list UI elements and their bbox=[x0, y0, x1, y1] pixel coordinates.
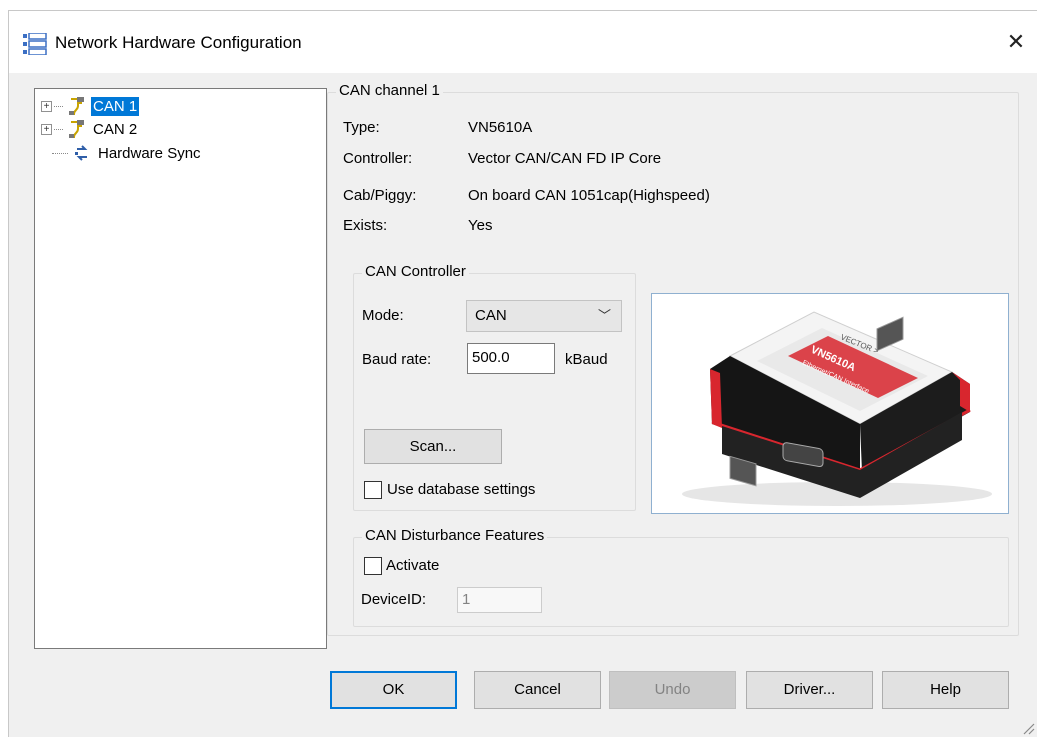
mode-label: Mode: bbox=[362, 307, 404, 324]
baud-rate-input[interactable]: 500.0 bbox=[467, 343, 555, 374]
tree-item-label: Hardware Sync bbox=[98, 144, 201, 162]
driver-button[interactable]: Driver... bbox=[746, 671, 873, 709]
tree-connector bbox=[54, 105, 63, 107]
tree-item-can1[interactable]: + CAN 1 bbox=[41, 95, 141, 117]
tree-connector bbox=[52, 152, 68, 154]
can-cable-icon bbox=[69, 120, 84, 138]
vn5610a-device-illustration: VECTOR > VN5610A Ethernet/CAN Interface bbox=[682, 311, 992, 506]
chevron-down-icon: ﹀ bbox=[597, 308, 611, 323]
controller-label: Controller: bbox=[343, 150, 413, 167]
title-bar: Network Hardware Configuration ✕ bbox=[9, 11, 1037, 73]
tree-connector bbox=[54, 128, 63, 130]
ok-button[interactable]: OK bbox=[330, 671, 457, 709]
controller-value: Vector CAN/CAN FD IP Core bbox=[468, 150, 662, 167]
scan-button[interactable]: Scan... bbox=[364, 429, 502, 464]
tree-item-hardware-sync[interactable]: Hardware Sync bbox=[52, 142, 203, 164]
window-title: Network Hardware Configuration bbox=[55, 33, 302, 52]
baud-rate-value: 500.0 bbox=[472, 349, 510, 366]
tree-item-can2[interactable]: + CAN 2 bbox=[41, 118, 139, 140]
group-title: CAN Disturbance Features bbox=[362, 527, 548, 544]
group-title: CAN channel 1 bbox=[336, 82, 443, 99]
group-title: CAN Controller bbox=[362, 263, 469, 280]
mode-dropdown[interactable]: CAN ﹀ bbox=[466, 300, 622, 332]
device-image: VECTOR > VN5610A Ethernet/CAN Interface bbox=[651, 293, 1009, 514]
exists-label: Exists: bbox=[343, 217, 388, 234]
type-label: Type: bbox=[343, 119, 380, 136]
use-database-label: Use database settings bbox=[387, 481, 536, 498]
type-value: VN5610A bbox=[468, 119, 533, 136]
disturbance-group: CAN Disturbance Features bbox=[353, 527, 1009, 627]
expand-icon[interactable]: + bbox=[41, 100, 52, 112]
undo-button[interactable]: Undo bbox=[609, 671, 736, 709]
cancel-button[interactable]: Cancel bbox=[474, 671, 601, 709]
cab-piggy-value: On board CAN 1051cap(Highspeed) bbox=[468, 187, 710, 204]
tree-item-label: CAN 2 bbox=[93, 120, 138, 138]
close-button[interactable]: ✕ bbox=[994, 25, 1037, 59]
close-icon: ✕ bbox=[1006, 29, 1026, 54]
hardware-tree[interactable]: + CAN 1 + CAN 2 Hardware Sync bbox=[34, 88, 327, 649]
expand-icon[interactable]: + bbox=[41, 123, 52, 135]
sync-icon bbox=[75, 145, 88, 161]
mode-value: CAN bbox=[475, 307, 507, 324]
exists-value: Yes bbox=[468, 217, 493, 234]
network-config-icon bbox=[23, 33, 47, 55]
can-cable-icon bbox=[69, 97, 84, 115]
resize-grip-icon[interactable] bbox=[1021, 721, 1035, 735]
baud-unit-label: kBaud bbox=[565, 351, 608, 368]
device-id-value: 1 bbox=[462, 591, 471, 608]
cab-piggy-label: Cab/Piggy: bbox=[343, 187, 417, 204]
device-id-label: DeviceID: bbox=[361, 591, 427, 608]
dialog-window: Network Hardware Configuration ✕ + CAN 1… bbox=[8, 10, 1037, 737]
baud-rate-label: Baud rate: bbox=[362, 351, 432, 368]
use-database-checkbox[interactable] bbox=[364, 481, 382, 499]
device-id-input[interactable]: 1 bbox=[457, 587, 542, 613]
help-button[interactable]: Help bbox=[882, 671, 1009, 709]
tree-item-label: CAN 1 bbox=[89, 95, 141, 117]
activate-label: Activate bbox=[386, 557, 440, 574]
activate-checkbox[interactable] bbox=[364, 557, 382, 575]
